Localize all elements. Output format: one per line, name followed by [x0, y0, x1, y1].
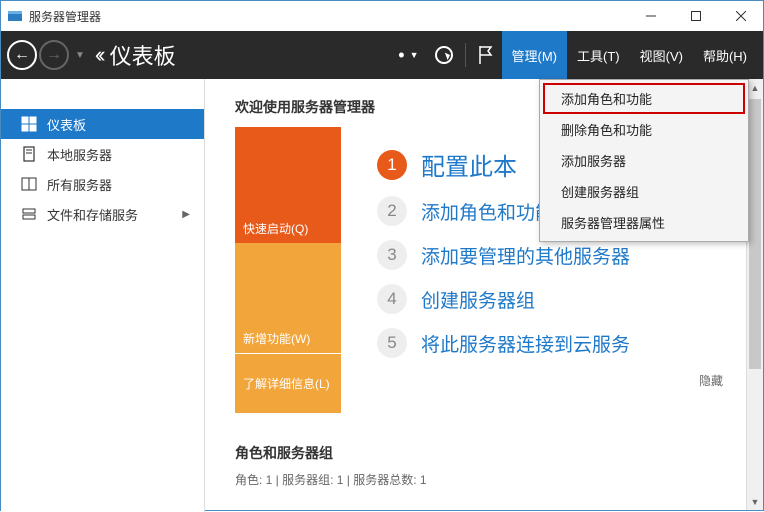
forward-button[interactable]: →	[39, 40, 69, 70]
storage-icon	[21, 206, 37, 222]
groups-title: 角色和服务器组	[235, 443, 763, 463]
nav-buttons: ← → ▼	[7, 40, 95, 70]
dd-create-server-group[interactable]: 创建服务器组	[543, 176, 745, 207]
breadcrumb: ‹‹ 仪表板	[95, 39, 176, 71]
tile-column: 快速启动(Q) 新增功能(W) 了解详细信息(L)	[235, 127, 341, 413]
window-controls	[628, 1, 763, 31]
scroll-up-arrow-icon[interactable]: ▲	[747, 79, 763, 96]
history-dropdown-icon[interactable]: ▼	[75, 50, 85, 61]
step-label: 配置此本	[421, 147, 517, 182]
dd-add-server[interactable]: 添加服务器	[543, 145, 745, 176]
step-number: 5	[377, 328, 407, 358]
menu-view[interactable]: 视图(V)	[630, 31, 693, 79]
back-button[interactable]: ←	[7, 40, 37, 70]
groups-subtitle: 角色: 1 | 服务器组: 1 | 服务器总数: 1	[235, 471, 763, 488]
page-title: 仪表板	[110, 39, 176, 71]
sidebar-item-all-servers[interactable]: 所有服务器	[1, 169, 204, 199]
hide-link[interactable]: 隐藏	[377, 372, 763, 389]
server-icon	[21, 146, 37, 162]
step-number: 4	[377, 284, 407, 314]
tile-learn-more[interactable]: 了解详细信息(L)	[235, 353, 341, 413]
step-label: 创建服务器组	[421, 286, 535, 313]
tile-label: 新增功能(W)	[243, 330, 310, 347]
toolbar-right: • ▼ 管理(M) 工具(T) 视图(V) 帮助(H)	[390, 31, 757, 79]
chevron-right-icon: ▶	[182, 209, 190, 220]
step-number: 2	[377, 196, 407, 226]
sidebar: 仪表板 本地服务器 所有服务器 文件和存储服务 ▶	[1, 79, 205, 512]
step-label: 将此服务器连接到云服务	[421, 330, 630, 357]
window-title: 服务器管理器	[29, 8, 628, 25]
dd-add-roles-features[interactable]: 添加角色和功能	[543, 83, 745, 114]
tile-whats-new[interactable]: 新增功能(W)	[235, 243, 341, 353]
servers-icon	[21, 176, 37, 192]
dd-remove-roles-features[interactable]: 删除角色和功能	[543, 114, 745, 145]
refresh-button[interactable]	[427, 31, 461, 79]
sidebar-item-file-storage[interactable]: 文件和存储服务 ▶	[1, 199, 204, 229]
sidebar-item-label: 所有服务器	[47, 175, 112, 194]
scrollbar-thumb[interactable]	[749, 99, 761, 369]
sidebar-item-dashboard[interactable]: 仪表板	[1, 109, 204, 139]
step-add-servers[interactable]: 3 添加要管理的其他服务器	[377, 240, 763, 270]
app-icon	[7, 8, 23, 24]
maximize-button[interactable]	[673, 1, 718, 31]
manage-dropdown: 添加角色和功能 删除角色和功能 添加服务器 创建服务器组 服务器管理器属性	[539, 79, 749, 242]
step-connect-cloud[interactable]: 5 将此服务器连接到云服务	[377, 328, 763, 358]
notifications-flag-icon[interactable]	[470, 31, 502, 79]
minimize-button[interactable]	[628, 1, 673, 31]
menu-help[interactable]: 帮助(H)	[693, 31, 757, 79]
tile-quick-start[interactable]: 快速启动(Q)	[235, 127, 341, 243]
separator	[465, 43, 466, 67]
step-create-group[interactable]: 4 创建服务器组	[377, 284, 763, 314]
dd-server-manager-properties[interactable]: 服务器管理器属性	[543, 207, 745, 238]
step-label: 添加要管理的其他服务器	[421, 242, 630, 269]
sidebar-item-label: 文件和存储服务	[47, 205, 138, 224]
step-number: 3	[377, 240, 407, 270]
menu-tools[interactable]: 工具(T)	[567, 31, 630, 79]
tile-label: 了解详细信息(L)	[243, 375, 330, 392]
tile-label: 快速启动(Q)	[243, 220, 308, 237]
roles-groups-section: 角色和服务器组 角色: 1 | 服务器组: 1 | 服务器总数: 1	[235, 443, 763, 488]
sidebar-item-label: 仪表板	[47, 115, 86, 134]
step-number: 1	[377, 150, 407, 180]
sidebar-item-local-server[interactable]: 本地服务器	[1, 139, 204, 169]
close-button[interactable]	[718, 1, 763, 31]
dashboard-icon	[21, 116, 37, 132]
sidebar-item-label: 本地服务器	[47, 145, 112, 164]
breadcrumb-dropdown-icon[interactable]: • ▼	[390, 31, 426, 79]
titlebar: 服务器管理器	[1, 1, 763, 31]
toolbar: ← → ▼ ‹‹ 仪表板 • ▼ 管理(M) 工具(T) 视图(V) 帮助(H)	[1, 31, 763, 79]
scroll-down-arrow-icon[interactable]: ▼	[747, 493, 763, 510]
menu-manage[interactable]: 管理(M)	[502, 31, 568, 79]
breadcrumb-quote-icon: ‹‹	[95, 42, 102, 68]
step-label: 添加角色和功能	[421, 198, 554, 225]
